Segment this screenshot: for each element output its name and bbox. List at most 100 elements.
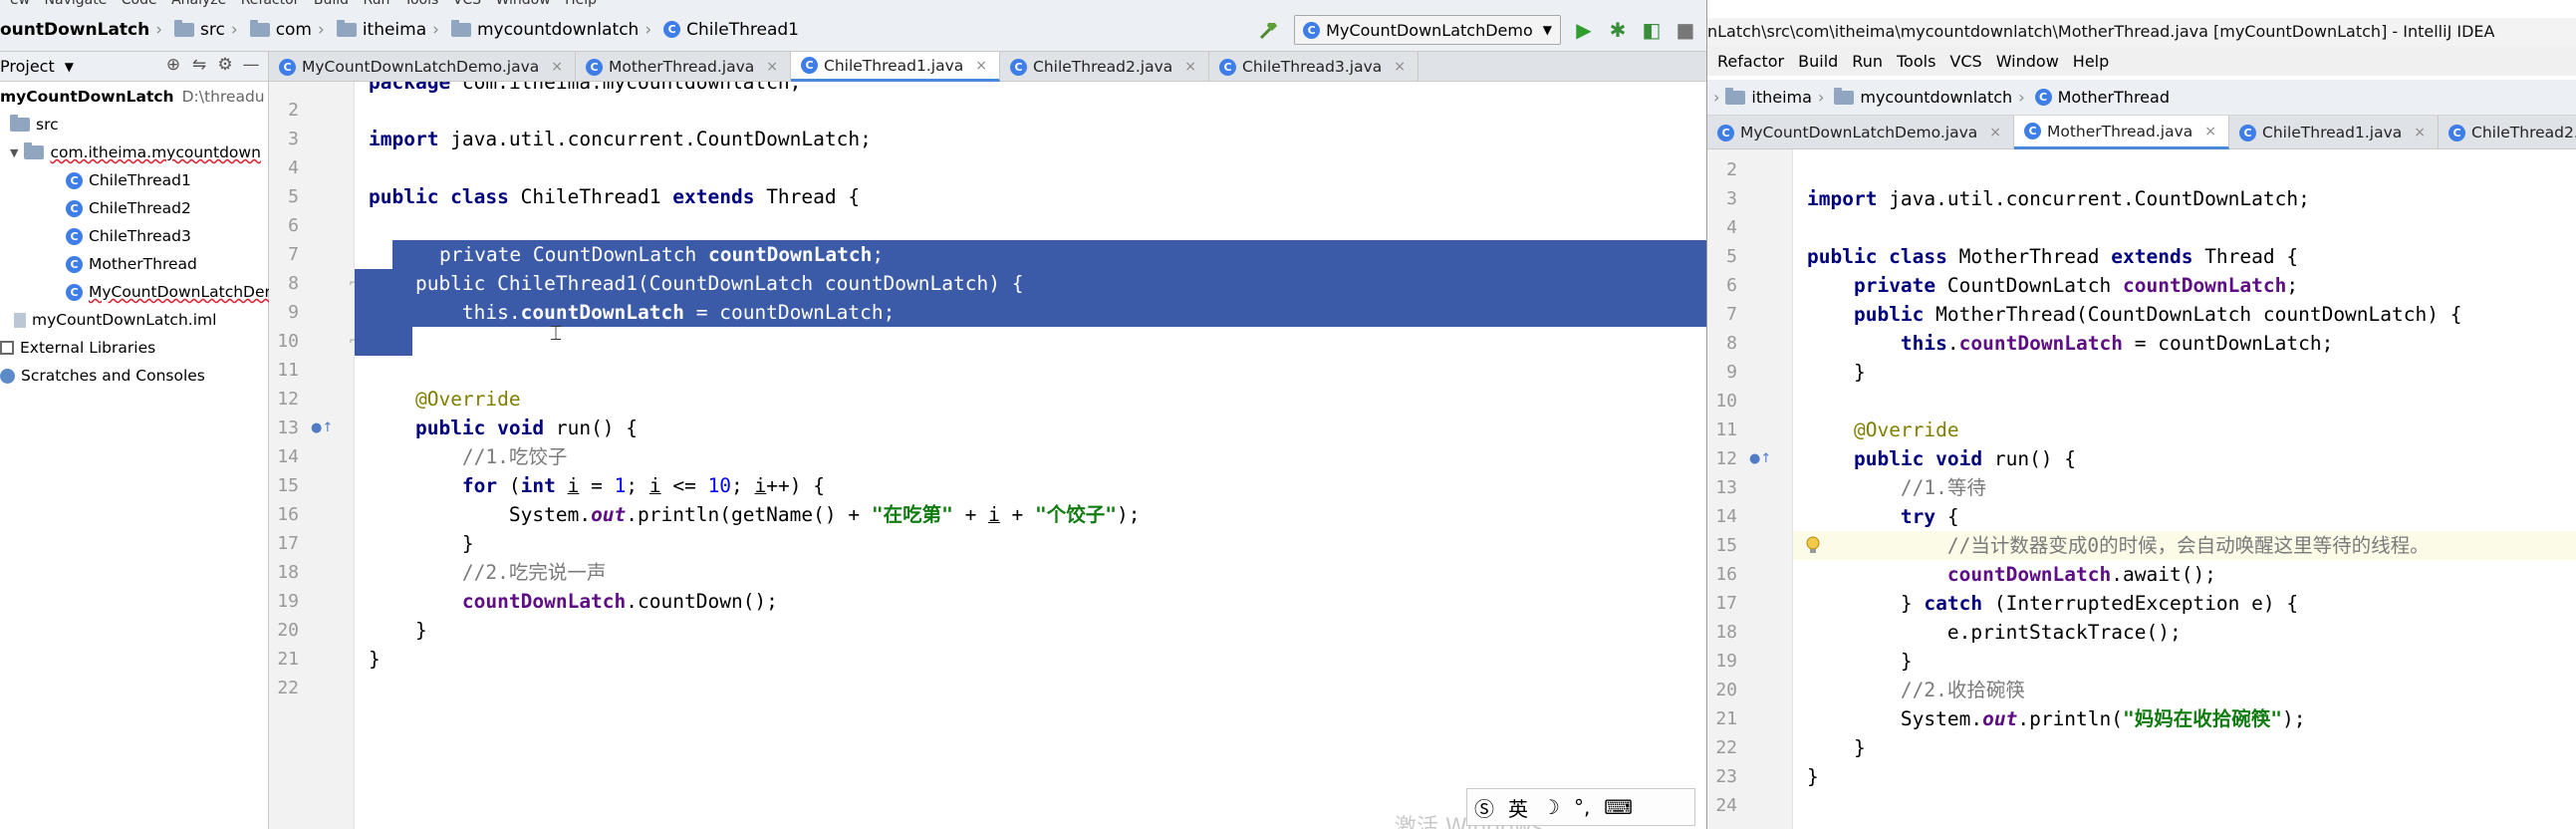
menu-window[interactable]: Window <box>1996 52 2059 71</box>
collapse-icon[interactable]: ⇋ <box>186 55 212 75</box>
menu-vcs[interactable]: VCS <box>453 0 481 8</box>
override-marker-icon[interactable]: ●↑ <box>311 414 333 442</box>
breadcrumb-chilethread1[interactable]: C ChileThread1 <box>663 20 799 40</box>
menu-build[interactable]: Build <box>1798 52 1838 71</box>
tab-mycountdownlatchdemo[interactable]: C MyCountDownLatchDemo.java × <box>1707 116 2014 149</box>
breadcrumb-mycountdownlatch[interactable]: mycountdownlatch › <box>1834 87 2030 107</box>
keyboard-icon[interactable]: ⌨ <box>1604 795 1633 819</box>
menu-vcs[interactable]: VCS <box>1949 52 1981 71</box>
close-icon[interactable]: × <box>1989 125 2001 140</box>
coverage-button[interactable]: ◧ <box>1639 17 1665 43</box>
code-area[interactable]: package com.itheima.mycountdownlatch; im… <box>355 82 1706 829</box>
close-icon[interactable]: × <box>975 58 987 74</box>
menu-tools[interactable]: Tools <box>1897 52 1935 71</box>
close-icon[interactable]: × <box>2414 125 2426 140</box>
half-width-moon-icon[interactable]: ☽ <box>1542 795 1560 819</box>
tree-iml[interactable]: myCountDownLatch.iml <box>14 307 216 333</box>
build-hammer-icon[interactable] <box>1258 19 1280 41</box>
debug-button[interactable]: ✱ <box>1605 17 1631 43</box>
gear-icon[interactable]: ⚙ <box>212 55 238 75</box>
menu-help[interactable]: Help <box>2073 52 2109 71</box>
menu-view[interactable]: ew <box>10 0 30 8</box>
close-icon[interactable]: × <box>766 59 778 75</box>
run-configuration-select[interactable]: C MyCountDownLatchDemo ▼ <box>1294 15 1561 45</box>
menu-analyze[interactable]: Analyze <box>171 0 226 8</box>
line-number: 6 <box>1726 275 1737 296</box>
run-button[interactable]: ▶ <box>1571 17 1597 43</box>
class-icon: C <box>1010 58 1027 76</box>
close-icon[interactable]: × <box>551 59 563 75</box>
tab-chilethread1[interactable]: C ChileThread1.java × <box>2229 116 2439 149</box>
breadcrumb-mycountdownlatch[interactable]: mycountdownlatch › <box>450 19 659 40</box>
class-icon: C <box>66 199 83 217</box>
folder-icon <box>10 115 30 132</box>
chevron-down-icon[interactable]: ▼ <box>65 60 74 74</box>
line-number: 8 <box>288 273 299 294</box>
menu-help[interactable]: Help <box>565 0 597 8</box>
main-menu-bar: Refactor Build Run Tools VCS Window Help <box>1707 46 2576 76</box>
tree-external-libraries[interactable]: External Libraries <box>0 335 155 361</box>
project-tool-title[interactable]: Project <box>0 57 55 76</box>
menu-build[interactable]: Build <box>314 0 349 8</box>
menu-navigate[interactable]: Navigate <box>45 0 108 8</box>
locate-icon[interactable]: ⊕ <box>160 55 186 75</box>
tab-chilethread2[interactable]: C ChileThread2.java × <box>1000 52 1209 82</box>
tree-scratches[interactable]: Scratches and Consoles <box>0 363 205 389</box>
class-icon: C <box>66 171 83 189</box>
tree-file[interactable]: C ChileThread3 <box>66 223 191 249</box>
folder-icon <box>336 19 357 37</box>
tree-package[interactable]: ▼ com.itheima.mycountdown <box>10 139 261 165</box>
breadcrumb: › itheima › mycountdownlatch › C MotherT… <box>1707 80 2576 116</box>
ime-mode-icon[interactable]: Ⓢ <box>1474 793 1494 822</box>
punctuation-toggle[interactable]: °, <box>1574 795 1590 819</box>
breadcrumb-itheima[interactable]: itheima › <box>1725 87 1830 107</box>
class-icon: C <box>1219 58 1236 76</box>
breadcrumb-itheima[interactable]: itheima › <box>336 19 447 40</box>
breadcrumb-chilethread1-label: ChileThread1 <box>686 19 799 40</box>
tree-file-label: ChileThread2 <box>89 199 191 217</box>
stop-button[interactable]: ■ <box>1673 17 1698 43</box>
close-icon[interactable]: × <box>1394 59 1406 75</box>
tab-motherthread[interactable]: C MotherThread.java × <box>2013 116 2229 149</box>
menu-tools[interactable]: Tools <box>404 0 439 8</box>
line-number: 15 <box>277 475 299 496</box>
tree-file[interactable]: C MyCountDownLatchDer <box>66 279 271 305</box>
tree-file[interactable]: C ChileThread2 <box>66 195 191 221</box>
tree-src[interactable]: src <box>10 112 59 138</box>
line-number: 21 <box>1715 708 1737 729</box>
menu-window[interactable]: Window <box>495 0 550 8</box>
intention-bulb-icon[interactable] <box>1805 536 1821 554</box>
tab-mycountdownlatchdemo[interactable]: C MyCountDownLatchDemo.java × <box>269 52 576 82</box>
tab-chilethread2[interactable]: C ChileThread2.java × <box>2439 116 2576 149</box>
breadcrumb-src[interactable]: src › <box>174 19 246 40</box>
menu-code[interactable]: Code <box>122 0 157 8</box>
breadcrumb-src-label: src <box>200 19 225 40</box>
ime-language-toggle[interactable]: 英 <box>1508 793 1528 822</box>
code-editor-chilethread1[interactable]: 2 3 4 5 6 7 8 9 10 11 12 13 14 15 16 17 … <box>269 82 1706 829</box>
text-cursor-icon: ⌶ <box>550 321 562 345</box>
code-area[interactable]: import java.util.concurrent.CountDownLat… <box>1793 149 2576 829</box>
menu-run[interactable]: Run <box>364 0 390 8</box>
tab-chilethread3[interactable]: C ChileThread3.java × <box>1209 52 1418 82</box>
breadcrumb-motherthread[interactable]: C MotherThread <box>2034 88 2170 107</box>
breadcrumb-com[interactable]: com › <box>249 19 333 40</box>
code-line: } catch (InterruptedException e) { <box>1807 592 2299 615</box>
tree-root[interactable]: myCountDownLatch D:\threadu <box>0 84 265 110</box>
close-icon[interactable]: × <box>1184 59 1196 75</box>
line-number: 11 <box>1715 419 1737 440</box>
tab-chilethread1[interactable]: C ChileThread1.java × <box>791 52 1000 82</box>
menu-run[interactable]: Run <box>1852 52 1883 71</box>
tree-file[interactable]: C ChileThread1 <box>66 167 191 193</box>
chevron-right-icon: › <box>318 19 325 40</box>
close-icon[interactable]: × <box>2204 124 2216 139</box>
code-editor-motherthread[interactable]: 2 3 4 5 6 7 8 9 10 11 12 13 14 15 16 17 … <box>1707 149 2576 829</box>
menu-refactor[interactable]: Refactor <box>1717 52 1784 71</box>
tree-file[interactable]: C MotherThread <box>66 251 197 277</box>
breadcrumb-project[interactable]: ountDownLatch › <box>0 20 170 40</box>
chevron-down-icon: ▼ <box>10 145 19 159</box>
current-code-line: //当计数器变成0的时候，会自动唤醒这里等待的线程。 <box>1793 531 2576 560</box>
tab-motherthread[interactable]: C MotherThread.java × <box>576 52 791 82</box>
override-marker-icon[interactable]: ●↑ <box>1749 444 1771 473</box>
minimize-icon[interactable]: — <box>238 55 264 75</box>
menu-refactor[interactable]: Refactor <box>241 0 300 8</box>
